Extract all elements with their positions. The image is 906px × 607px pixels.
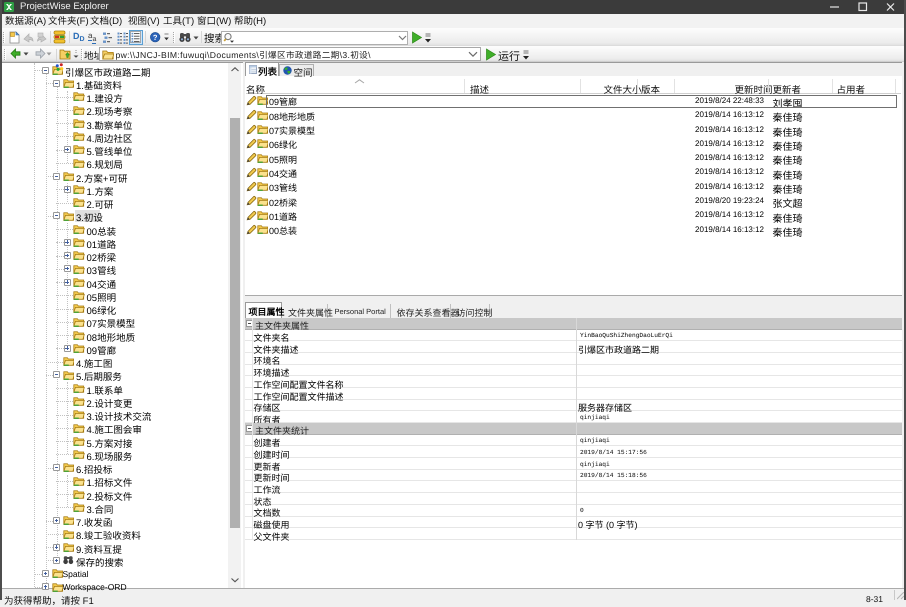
svg-text:?: ? <box>152 33 157 42</box>
